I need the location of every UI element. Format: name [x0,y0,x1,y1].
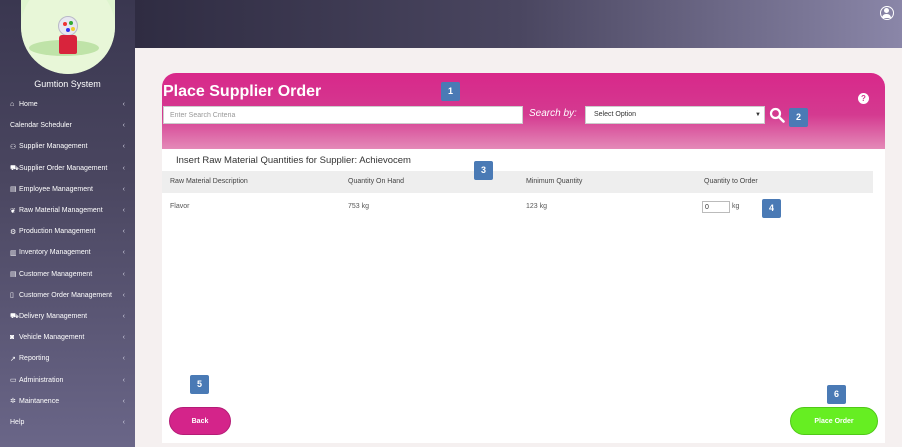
sidebar-item-label: Employee Management [19,185,93,193]
gumball-machine-icon [58,16,78,36]
annotation-badge: 5 [190,375,209,394]
column-header: Minimum Quantity [526,178,583,185]
column-header: Quantity On Hand [348,178,405,185]
chevron-left-icon: ‹ [122,397,125,405]
sidebar-item-production-management[interactable]: ⚙ Production Management ‹ [0,221,135,242]
gear-icon: ✲ [10,398,16,406]
chevron-down-icon: ▼ [755,112,761,118]
annotation-badge: 4 [762,199,781,218]
users-icon: ⚇ [10,143,17,151]
sidebar-item-label: Production Management [19,228,96,236]
id-card-icon: ▤ [10,186,17,194]
select-value: Select Option [594,111,637,118]
sidebar-item-reporting[interactable]: ↗ Reporting ‹ [0,348,135,369]
sidebar-item-label: Customer Management [19,270,93,278]
chevron-left-icon: ‹ [122,355,125,363]
app-logo [21,0,115,74]
chevron-left-icon: ‹ [122,228,125,236]
place-order-button[interactable]: Place Order [790,407,878,435]
sidebar-item-label: Inventory Management [19,249,91,257]
barcode-icon: ▥ [10,249,17,257]
sidebar-item-inventory-management[interactable]: ▥ Inventory Management ‹ [0,242,135,263]
sidebar-item-label: Supplier Management [19,143,88,151]
chevron-left-icon: ‹ [122,164,125,172]
sidebar-item-label: Calendar Scheduler [10,122,72,130]
chevron-left-icon: ‹ [122,207,125,215]
truck-icon: ⛟ [10,312,19,320]
sidebar-item-calendar-scheduler[interactable]: Calendar Scheduler ‹ [0,115,135,136]
help-icon[interactable]: ? [858,93,869,104]
column-header: Raw Material Description [170,178,248,185]
quantity-on-hand: 753 kg [348,203,370,210]
sidebar-item-supplier-order-management[interactable]: ⛟ Supplier Order Management ‹ [0,158,135,179]
sidebar-item-employee-management[interactable]: ▤ Employee Management ‹ [0,179,135,200]
sidebar-item-label: Customer Order Management [19,291,112,299]
cart-icon: ⛟ [10,164,19,172]
chevron-left-icon: ‹ [122,291,125,299]
panel-header: Place Supplier Order ? Search by: Select… [162,73,885,149]
laptop-icon: ▭ [10,377,17,385]
back-button[interactable]: Back [169,407,231,435]
search-icon[interactable] [769,107,785,123]
annotation-badge: 3 [474,161,493,180]
chart-icon: ↗ [10,355,16,363]
sidebar-item-vehicle-management[interactable]: ◙ Vehicle Management ‹ [0,327,135,348]
raw-material-description: Flavor [170,203,190,210]
address-card-icon: ▤ [10,271,17,279]
sidebar-item-customer-order-management[interactable]: ▯ Customer Order Management ‹ [0,285,135,306]
sidebar-item-supplier-management[interactable]: ⚇ Supplier Management ‹ [0,136,135,157]
quantity-to-order-input[interactable] [702,201,730,213]
sidebar-item-label: Home [19,101,38,109]
sidebar-nav: ⌂ Home ‹ Calendar Scheduler ‹ ⚇ Supplier… [0,94,135,433]
cogs-icon: ⚙ [10,228,17,236]
leaf-icon: ❦ [10,207,16,215]
sidebar-item-administration[interactable]: ▭ Administration ‹ [0,369,135,390]
sidebar-item-maintanence[interactable]: ✲ Maintanence ‹ [0,391,135,412]
chevron-left-icon: ‹ [122,376,125,384]
user-account-icon[interactable] [880,6,894,20]
top-bar [135,0,902,48]
sidebar-item-label: Help [10,418,25,426]
chevron-left-icon: ‹ [122,312,125,320]
table-header: Raw Material Description Quantity On Han… [162,171,873,193]
search-by-label: Search by: [529,108,577,119]
file-icon: ▯ [10,292,14,300]
chevron-left-icon: ‹ [122,122,125,130]
place-supplier-order-panel: Place Supplier Order ? Search by: Select… [162,73,885,443]
sidebar: Gumtion System ⌂ Home ‹ Calendar Schedul… [0,0,135,447]
chevron-left-icon: ‹ [122,334,125,342]
annotation-badge: 1 [441,82,460,101]
sidebar-item-delivery-management[interactable]: ⛟ Delivery Management ‹ [0,306,135,327]
quantity-unit: kg [732,203,740,210]
sidebar-item-help[interactable]: Help ‹ [0,412,135,433]
chevron-left-icon: ‹ [122,185,125,193]
sidebar-item-label: Reporting [19,355,50,363]
chevron-left-icon: ‹ [122,249,125,257]
search-by-select[interactable]: Select Option ▼ [585,106,765,124]
sidebar-item-label: Administration [19,376,64,384]
sidebar-item-label: Raw Material Management [19,207,103,215]
chevron-left-icon: ‹ [122,418,125,426]
sidebar-item-label: Maintanence [19,397,60,405]
search-input[interactable] [163,106,523,124]
chevron-left-icon: ‹ [122,143,125,151]
app-name: Gumtion System [34,79,101,89]
sidebar-item-raw-material-management[interactable]: ❦ Raw Material Management ‹ [0,200,135,221]
chevron-left-icon: ‹ [122,101,125,109]
sidebar-item-home[interactable]: ⌂ Home ‹ [0,94,135,115]
page-title: Place Supplier Order [163,83,322,100]
annotation-badge: 6 [827,385,846,404]
home-icon: ⌂ [10,101,15,109]
minimum-quantity: 123 kg [526,203,548,210]
car-icon: ◙ [10,334,15,342]
sidebar-item-label: Supplier Order Management [19,164,108,172]
chevron-left-icon: ‹ [122,270,125,278]
column-header: Quantity to Order [704,178,758,185]
section-title: Insert Raw Material Quantities for Suppl… [176,155,411,166]
sidebar-item-label: Delivery Management [19,312,88,320]
annotation-badge: 2 [789,108,808,127]
sidebar-item-label: Vehicle Management [19,334,85,342]
sidebar-item-customer-management[interactable]: ▤ Customer Management ‹ [0,264,135,285]
